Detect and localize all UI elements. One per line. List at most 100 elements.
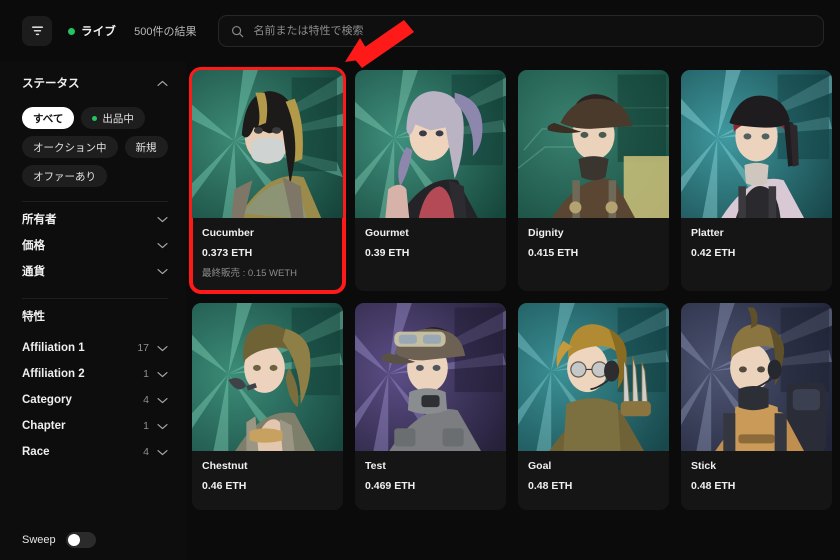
- chevron-up-icon: [157, 80, 168, 86]
- filter-section-price-label: 価格: [22, 240, 45, 252]
- nft-card-meta: Stick 0.48 ETH: [681, 451, 832, 510]
- trait-affiliation-1-count: 17: [137, 342, 149, 354]
- nft-card-meta: Cucumber 0.373 ETH 最終販売 : 0.15 WETH: [192, 218, 343, 291]
- chevron-down-icon: [157, 423, 168, 429]
- nft-card-goal[interactable]: Goal 0.48 ETH: [518, 302, 669, 510]
- character-art: [355, 302, 506, 451]
- sidebar-divider-2: [22, 298, 168, 299]
- character-art: [681, 70, 832, 218]
- search-box[interactable]: [218, 15, 824, 47]
- funnel-icon: [31, 26, 43, 36]
- nft-card-chestnut[interactable]: Chestnut 0.46 ETH: [192, 302, 343, 510]
- filter-section-owner[interactable]: 所有者: [22, 206, 168, 232]
- status-chip-all-label: すべて: [33, 112, 64, 125]
- results-count: 500件の結果: [134, 26, 197, 38]
- trait-category-count: 4: [143, 394, 149, 406]
- nft-card-meta: Goal 0.48 ETH: [518, 451, 669, 510]
- nft-card-name: Cucumber: [202, 226, 254, 239]
- trait-chapter-label: Chapter: [22, 420, 66, 432]
- nft-card-cucumber[interactable]: Cucumber 0.373 ETH 最終販売 : 0.15 WETH: [189, 67, 346, 294]
- trait-category-right: 4: [143, 394, 168, 406]
- listed-dot-icon: [92, 115, 98, 121]
- search-icon: [232, 25, 244, 37]
- sweep-toggle[interactable]: [65, 532, 96, 548]
- nft-card-name: Gourmet: [365, 226, 409, 239]
- chevron-down-icon: [157, 397, 168, 403]
- status-section-header[interactable]: ステータス: [22, 68, 168, 98]
- nft-card-meta: Test 0.469 ETH: [355, 451, 506, 510]
- sweep-control: Sweep: [22, 520, 168, 560]
- trait-affiliation-2-count: 1: [143, 368, 149, 380]
- nft-card-name: Chestnut: [202, 459, 248, 472]
- status-chip-auction[interactable]: オークション中: [22, 136, 118, 158]
- character-art: [518, 302, 669, 451]
- trait-chapter-count: 1: [143, 420, 149, 432]
- chevron-down-icon: [157, 216, 168, 222]
- trait-race-right: 4: [143, 446, 168, 458]
- chevron-down-icon: [157, 268, 168, 274]
- nft-card-meta: Platter 0.42 ETH: [681, 218, 832, 277]
- trait-affiliation-2[interactable]: Affiliation 2 1: [22, 361, 168, 387]
- nft-card-name: Dignity: [528, 226, 564, 239]
- sidebar-divider-1: [22, 201, 168, 202]
- search-input[interactable]: [253, 25, 811, 37]
- traits-section-title: 特性: [22, 311, 45, 323]
- chevron-down-icon: [157, 371, 168, 377]
- sweep-label: Sweep: [22, 534, 56, 546]
- filter-section-currency[interactable]: 通貨: [22, 258, 168, 284]
- live-status[interactable]: ライブ: [68, 23, 116, 39]
- nft-card-stick[interactable]: Stick 0.48 ETH: [681, 302, 832, 510]
- status-chip-has-offers-label: オファーあり: [33, 170, 96, 183]
- nft-card-platter[interactable]: Platter 0.42 ETH: [681, 70, 832, 291]
- status-chip-all[interactable]: すべて: [22, 107, 75, 129]
- trait-affiliation-2-label: Affiliation 2: [22, 368, 85, 380]
- trait-race[interactable]: Race 4: [22, 439, 168, 465]
- status-chip-auction-label: オークション中: [33, 141, 107, 154]
- nft-grid-area: Cucumber 0.373 ETH 最終販売 : 0.15 WETH Gour…: [186, 62, 840, 560]
- trait-affiliation-1-label: Affiliation 1: [22, 342, 85, 354]
- live-label: ライブ: [81, 26, 117, 38]
- trait-race-label: Race: [22, 446, 50, 458]
- status-chip-listed-label: 出品中: [102, 112, 134, 125]
- nft-card-test[interactable]: Test 0.469 ETH: [355, 302, 506, 510]
- nft-card-name: Goal: [528, 459, 552, 472]
- nft-card-meta: Dignity 0.415 ETH: [518, 218, 669, 277]
- trait-affiliation-1[interactable]: Affiliation 1 17: [22, 335, 168, 361]
- nft-card-gourmet[interactable]: Gourmet 0.39 ETH: [355, 70, 506, 291]
- nft-thumbnail: [681, 302, 832, 451]
- live-dot-icon: [68, 27, 75, 35]
- nft-card-price: 0.48 ETH: [528, 479, 573, 492]
- status-chip-has-offers[interactable]: オファーあり: [22, 165, 107, 187]
- filter-section-currency-label: 通貨: [22, 266, 45, 278]
- status-chip-group: すべて 出品中 オークション中 新規 オファーあり: [22, 107, 168, 187]
- nft-thumbnail: [192, 302, 343, 451]
- nft-card-name: Stick: [691, 459, 717, 472]
- filter-section-owner-right: [157, 216, 168, 223]
- status-chip-new[interactable]: 新規: [124, 136, 168, 158]
- filter-section-currency-right: [157, 268, 168, 275]
- nft-card-price: 0.469 ETH: [365, 479, 416, 492]
- nft-grid: Cucumber 0.373 ETH 最終販売 : 0.15 WETH Gour…: [189, 67, 836, 510]
- nft-card-name: Test: [365, 459, 386, 472]
- trait-chapter[interactable]: Chapter 1: [22, 413, 168, 439]
- trait-affiliation-1-right: 17: [137, 342, 168, 354]
- filter-section-owner-label: 所有者: [22, 214, 57, 226]
- trait-category[interactable]: Category 4: [22, 387, 168, 413]
- nft-thumbnail: [518, 70, 669, 218]
- chevron-down-icon: [157, 345, 168, 351]
- nft-thumbnail: [355, 302, 506, 451]
- nft-card-price: 0.42 ETH: [691, 246, 736, 259]
- nft-card-price: 0.39 ETH: [365, 246, 410, 259]
- character-art: [192, 70, 343, 218]
- nft-card-price: 0.415 ETH: [528, 246, 579, 259]
- status-chip-listed[interactable]: 出品中: [81, 107, 145, 129]
- nft-card-meta: Chestnut 0.46 ETH: [192, 451, 343, 510]
- chevron-down-icon: [157, 449, 168, 455]
- trait-affiliation-2-right: 1: [143, 368, 168, 380]
- nft-card-dignity[interactable]: Dignity 0.415 ETH: [518, 70, 669, 291]
- trait-chapter-right: 1: [143, 420, 168, 432]
- filter-section-price[interactable]: 価格: [22, 232, 168, 258]
- filter-toggle-button[interactable]: [22, 16, 52, 46]
- character-art: [518, 70, 669, 218]
